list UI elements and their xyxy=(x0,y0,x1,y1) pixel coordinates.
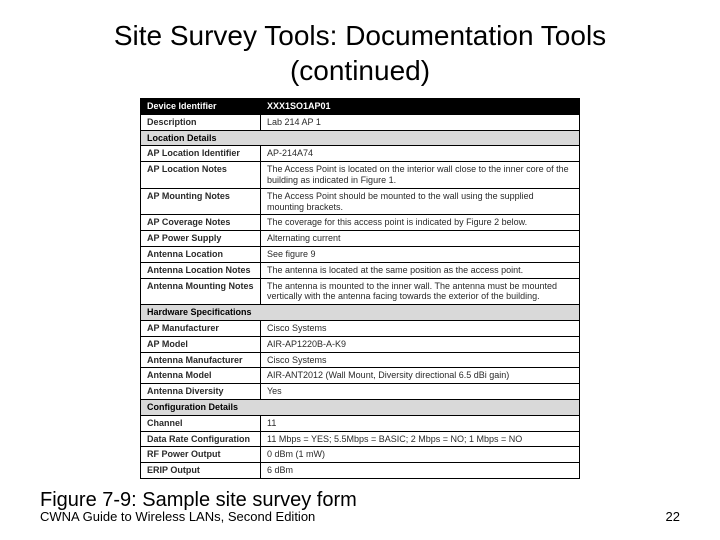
form-label: Antenna Location xyxy=(141,246,261,262)
slide-title: Site Survey Tools: Documentation Tools (… xyxy=(40,18,680,88)
form-label: Antenna Mounting Notes xyxy=(141,278,261,305)
form-label: Antenna Model xyxy=(141,368,261,384)
form-label: AP Mounting Notes xyxy=(141,188,261,215)
section-header: Hardware Specifications xyxy=(141,305,580,321)
form-value: See figure 9 xyxy=(261,246,580,262)
form-label: AP Coverage Notes xyxy=(141,215,261,231)
page-number: 22 xyxy=(666,509,680,524)
form-label: AP Location Notes xyxy=(141,162,261,189)
form-label: AP Location Identifier xyxy=(141,146,261,162)
form-value: The coverage for this access point is in… xyxy=(261,215,580,231)
form-label: Antenna Manufacturer xyxy=(141,352,261,368)
form-value: 11 Mbps = YES; 5.5Mbps = BASIC; 2 Mbps =… xyxy=(261,431,580,447)
form-label: Device Identifier xyxy=(141,99,261,115)
form-value: The Access Point is located on the inter… xyxy=(261,162,580,189)
form-value: The antenna is mounted to the inner wall… xyxy=(261,278,580,305)
form-value: 0 dBm (1 mW) xyxy=(261,447,580,463)
form-label: RF Power Output xyxy=(141,447,261,463)
form-value: Cisco Systems xyxy=(261,352,580,368)
section-header: Configuration Details xyxy=(141,399,580,415)
form-label: AP Model xyxy=(141,336,261,352)
form-label: AP Manufacturer xyxy=(141,320,261,336)
form-value: AIR-AP1220B-A-K9 xyxy=(261,336,580,352)
section-header: Location Details xyxy=(141,130,580,146)
form-value: AIR-ANT2012 (Wall Mount, Diversity direc… xyxy=(261,368,580,384)
form-value: AP-214A74 xyxy=(261,146,580,162)
footer-source: CWNA Guide to Wireless LANs, Second Edit… xyxy=(40,509,315,524)
form-label: Description xyxy=(141,114,261,130)
form-label: Antenna Location Notes xyxy=(141,262,261,278)
form-label: AP Power Supply xyxy=(141,231,261,247)
form-value: Lab 214 AP 1 xyxy=(261,114,580,130)
form-label: Antenna Diversity xyxy=(141,384,261,400)
form-value: 6 dBm xyxy=(261,463,580,479)
form-value: XXX1SO1AP01 xyxy=(261,99,580,115)
form-label: Channel xyxy=(141,415,261,431)
form-value: Cisco Systems xyxy=(261,320,580,336)
form-value: 11 xyxy=(261,415,580,431)
form-value: Alternating current xyxy=(261,231,580,247)
form-value: The Access Point should be mounted to th… xyxy=(261,188,580,215)
form-value: Yes xyxy=(261,384,580,400)
form-value: The antenna is located at the same posit… xyxy=(261,262,580,278)
form-label: ERIP Output xyxy=(141,463,261,479)
survey-form-table: Device IdentifierXXX1SO1AP01DescriptionL… xyxy=(140,98,580,479)
form-label: Data Rate Configuration xyxy=(141,431,261,447)
